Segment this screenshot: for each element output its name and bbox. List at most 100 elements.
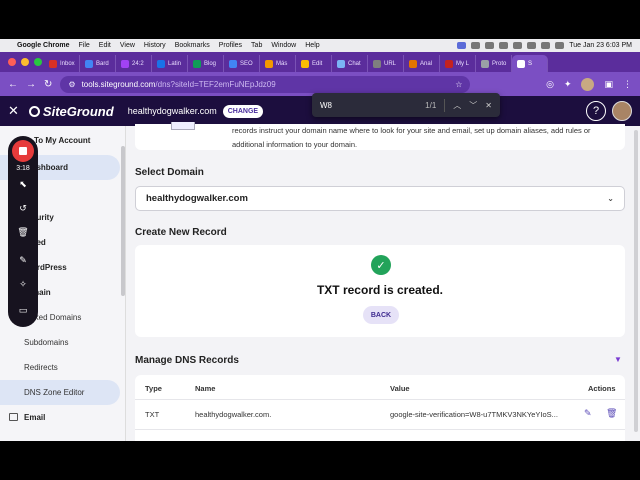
siteground-logo[interactable]: SiteGround bbox=[28, 104, 114, 119]
menu-profiles[interactable]: Profiles bbox=[219, 42, 242, 49]
tab-favicon-icon bbox=[193, 59, 201, 68]
menubar-clock[interactable]: Tue Jan 23 6:03 PM bbox=[569, 42, 632, 49]
change-domain-button[interactable]: CHANGE bbox=[222, 104, 264, 118]
forward-arrow-icon[interactable]: → bbox=[26, 79, 36, 90]
tab-strip: Inbox Bard 24:2 Latin Blog SEO Más Edit Chat URL A… bbox=[0, 52, 640, 72]
menu-app-name[interactable]: Google Chrome bbox=[17, 42, 70, 49]
profile-avatar[interactable] bbox=[581, 77, 595, 91]
tab-favicon-icon bbox=[85, 59, 93, 68]
browser-tab[interactable]: S bbox=[512, 55, 548, 72]
browser-tab[interactable]: Anal bbox=[404, 55, 440, 72]
puzzle-icon[interactable]: ✦ bbox=[564, 79, 572, 90]
tab-favicon-icon bbox=[121, 59, 129, 68]
bookmark-star-icon[interactable]: ☆ bbox=[455, 80, 462, 89]
browser-tab[interactable]: Más bbox=[260, 55, 296, 72]
browser-tab[interactable]: 24:2 bbox=[116, 55, 152, 72]
trash-icon[interactable]: 🗑 bbox=[606, 408, 617, 419]
tab-favicon-icon bbox=[49, 59, 57, 68]
tab-label: Más bbox=[276, 60, 288, 67]
address-bar[interactable]: ⚙ tools.siteground.com/dns?siteId=TEF2em… bbox=[60, 75, 471, 93]
bluetooth-icon[interactable] bbox=[513, 42, 523, 49]
browser-tab[interactable]: Blog bbox=[188, 55, 224, 72]
column-header-value: Value bbox=[390, 384, 410, 393]
menu-history[interactable]: History bbox=[144, 42, 166, 49]
browser-tab[interactable]: Edit bbox=[296, 55, 332, 72]
close-icon[interactable]: ✕ bbox=[485, 101, 492, 110]
menubar-status-area: Tue Jan 23 6:03 PM bbox=[457, 42, 632, 49]
browser-tab[interactable]: Chat bbox=[332, 55, 368, 72]
row-name: healthydogwalker.com. bbox=[195, 410, 272, 419]
menu-view[interactable]: View bbox=[120, 42, 135, 49]
sidebar-item-email[interactable]: Email bbox=[0, 405, 120, 430]
tab-label: S bbox=[528, 60, 533, 67]
browser-tab[interactable]: Inbox bbox=[44, 55, 80, 72]
menu-tab[interactable]: Tab bbox=[251, 42, 262, 49]
chevron-up-icon[interactable]: ︿ bbox=[453, 100, 461, 111]
record-created-card: ✓ TXT record is created. BACK bbox=[135, 245, 625, 337]
menu-kebab-icon[interactable]: ⋮ bbox=[623, 79, 632, 90]
browser-tab[interactable]: Latin bbox=[152, 55, 188, 72]
tab-favicon-icon bbox=[337, 59, 345, 68]
menu-window[interactable]: Window bbox=[271, 42, 296, 49]
status-icon[interactable] bbox=[471, 42, 481, 49]
browser-tab[interactable]: SEO bbox=[224, 55, 260, 72]
sidebar-item-redirects[interactable]: Redirects bbox=[0, 355, 120, 380]
back-arrow-icon[interactable]: ← bbox=[8, 79, 18, 90]
close-icon[interactable]: ✕ bbox=[8, 103, 19, 119]
wifi-icon[interactable] bbox=[541, 42, 551, 49]
sidebar-toggle-icon[interactable]: ▣ bbox=[604, 79, 613, 90]
logo-mark-icon bbox=[28, 105, 40, 117]
browser-tab[interactable]: Proto bbox=[476, 55, 512, 72]
minimize-window-icon[interactable] bbox=[21, 58, 29, 66]
tab-favicon-icon bbox=[409, 59, 417, 68]
user-icon[interactable] bbox=[499, 42, 509, 49]
column-header-name: Name bbox=[195, 384, 216, 393]
effects-icon[interactable]: ✧ bbox=[19, 278, 27, 290]
sidebar-item-subdomains[interactable]: Subdomains bbox=[0, 330, 120, 355]
mac-menubar: Google Chrome File Edit View History Boo… bbox=[0, 39, 640, 52]
menu-bookmarks[interactable]: Bookmarks bbox=[175, 42, 210, 49]
browser-tab[interactable]: Bard bbox=[80, 55, 116, 72]
restart-icon[interactable]: ↺ bbox=[19, 202, 27, 214]
tab-favicon-icon bbox=[301, 59, 309, 68]
close-window-icon[interactable] bbox=[8, 58, 16, 66]
tab-label: 24:2 bbox=[132, 60, 144, 67]
avatar[interactable] bbox=[612, 101, 632, 121]
stop-recording-button[interactable] bbox=[12, 140, 34, 162]
dns-records-table: Type Name Value Actions TXT healthydogwa… bbox=[135, 375, 625, 445]
filter-icon[interactable]: ▼ bbox=[614, 355, 622, 364]
sidebar-item-dns-zone-editor[interactable]: DNS Zone Editor bbox=[0, 380, 120, 405]
pen-icon[interactable]: ✎ bbox=[19, 254, 27, 266]
menu-file[interactable]: File bbox=[79, 42, 90, 49]
reload-icon[interactable]: ↻ bbox=[44, 79, 52, 90]
help-icon[interactable]: ? bbox=[586, 101, 606, 121]
cursor-highlight-icon[interactable]: ⬉ bbox=[19, 178, 27, 190]
screen-record-icon[interactable] bbox=[457, 42, 467, 49]
search-icon[interactable] bbox=[555, 42, 565, 49]
maximize-window-icon[interactable] bbox=[34, 58, 42, 66]
main-scrollbar[interactable] bbox=[634, 130, 638, 432]
gear-icon[interactable] bbox=[485, 42, 495, 49]
domain-select[interactable]: healthydogwalker.com ⌄ bbox=[135, 186, 625, 211]
extension-icon[interactable]: ◎ bbox=[546, 79, 554, 90]
browser-tab[interactable]: My L bbox=[440, 55, 476, 72]
find-count: 1/1 bbox=[425, 100, 437, 110]
browser-tab[interactable]: URL bbox=[368, 55, 404, 72]
row-value: google-site-verification=W8-u7TMKV3NKYeY… bbox=[390, 410, 558, 419]
window-controls bbox=[8, 58, 42, 66]
recording-time: 3:18 bbox=[16, 165, 30, 172]
sidebar-scrollbar[interactable] bbox=[121, 146, 125, 296]
camera-icon[interactable]: ▭ bbox=[19, 304, 28, 316]
find-input[interactable]: W8 bbox=[320, 101, 417, 110]
tab-label: Proto bbox=[492, 60, 507, 67]
menu-help[interactable]: Help bbox=[305, 42, 319, 49]
tab-label: My L bbox=[456, 60, 470, 67]
menu-edit[interactable]: Edit bbox=[99, 42, 111, 49]
site-info-icon[interactable]: ⚙ bbox=[68, 80, 75, 89]
chevron-down-icon: ⌄ bbox=[607, 194, 614, 203]
back-button[interactable]: BACK bbox=[363, 306, 399, 324]
battery-icon[interactable] bbox=[527, 42, 537, 49]
edit-pencil-icon[interactable]: ✎ bbox=[584, 408, 592, 419]
chevron-down-icon[interactable]: ﹀ bbox=[469, 100, 477, 111]
trash-icon[interactable]: 🗑 bbox=[17, 226, 28, 238]
